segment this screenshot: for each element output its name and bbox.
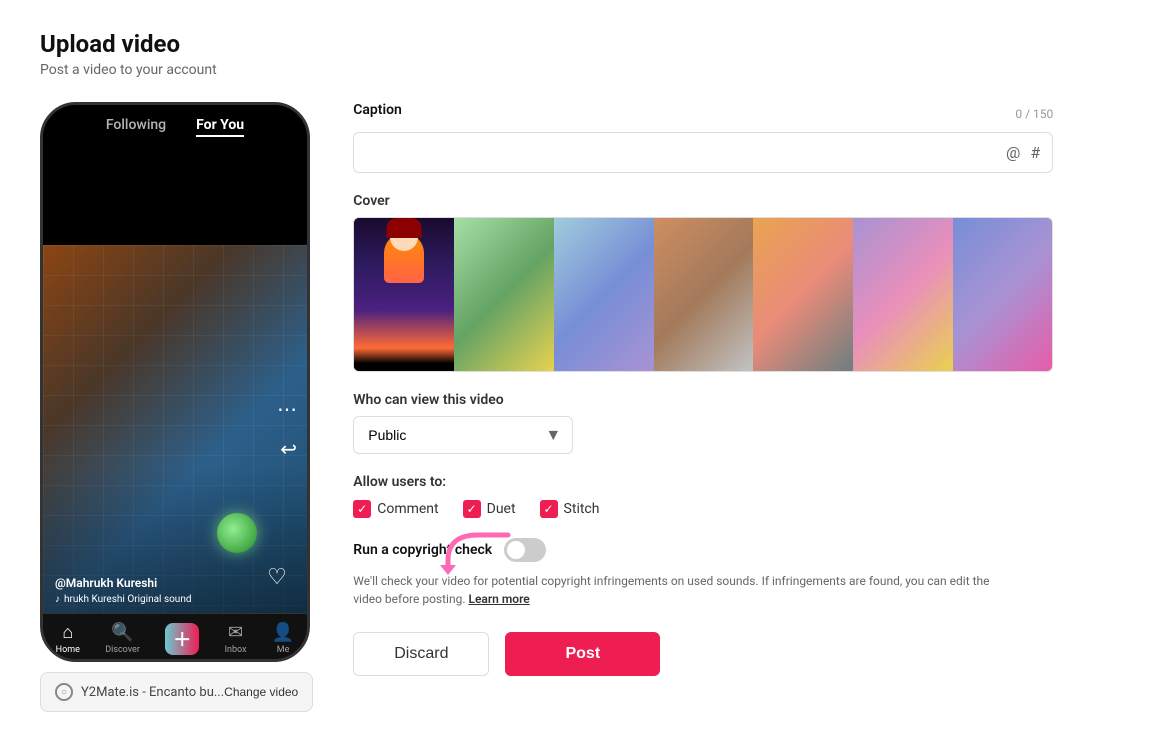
- visibility-select[interactable]: Public Friends Private: [353, 416, 573, 454]
- phone-username: @Mahrukh Kureshi: [55, 576, 257, 590]
- cover-strip[interactable]: [353, 217, 1053, 372]
- comment-label: Comment: [377, 501, 438, 517]
- comment-checkbox[interactable]: ✓: [353, 500, 371, 518]
- thumbnail-5[interactable]: [853, 218, 953, 371]
- right-panel: Caption 0 / 150 @ # Cover: [353, 102, 1053, 676]
- visibility-dropdown[interactable]: Public Friends Private ▼: [353, 416, 573, 454]
- discard-button[interactable]: Discard: [353, 632, 489, 676]
- phone-share-icon[interactable]: ↪: [277, 437, 297, 461]
- action-buttons: Discard Post: [353, 632, 1053, 676]
- cover-selected-frame[interactable]: [354, 218, 454, 371]
- phone-tab-me[interactable]: 👤 Me: [272, 622, 294, 655]
- thumbnail-4[interactable]: [753, 218, 853, 371]
- phone-tab-home[interactable]: ⌂ Home: [56, 622, 80, 655]
- phone-tab-inbox[interactable]: ✉ Inbox: [225, 622, 247, 655]
- allow-comment-option[interactable]: ✓ Comment: [353, 500, 438, 518]
- phone-sound: ♪ hrukh Kureshi Original sound: [55, 594, 257, 605]
- allow-users-label: Allow users to:: [353, 474, 1053, 490]
- page-subtitle: Post a video to your account: [40, 62, 1111, 78]
- cover-label: Cover: [353, 193, 1053, 209]
- phone-tab-discover[interactable]: 🔍 Discover: [105, 622, 140, 655]
- inbox-icon: ✉: [228, 622, 243, 643]
- home-icon: ⌂: [62, 622, 73, 643]
- profile-icon: 👤: [272, 622, 294, 643]
- hash-icon[interactable]: #: [1030, 143, 1040, 162]
- allow-stitch-option[interactable]: ✓ Stitch: [540, 500, 600, 518]
- thumbnail-1[interactable]: [454, 218, 554, 371]
- arrow-indicator: [433, 530, 513, 579]
- duet-checkbox[interactable]: ✓: [463, 500, 481, 518]
- duet-label: Duet: [487, 501, 516, 517]
- stitch-checkbox[interactable]: ✓: [540, 500, 558, 518]
- thumbnail-3[interactable]: [654, 218, 754, 371]
- phone-heart-icon[interactable]: ♡: [261, 561, 293, 593]
- thumbnail-2[interactable]: [554, 218, 654, 371]
- thumbnail-6[interactable]: [953, 218, 1053, 371]
- learn-more-link[interactable]: Learn more: [468, 592, 529, 606]
- allow-options: ✓ Comment ✓ Duet ✓ Stitch: [353, 500, 1053, 518]
- caption-count: 0 / 150: [1015, 107, 1053, 121]
- at-icon[interactable]: @: [1006, 143, 1020, 162]
- search-icon: 🔍: [111, 622, 133, 643]
- phone-nav-following[interactable]: Following: [106, 117, 166, 137]
- change-video-button[interactable]: Change video: [224, 685, 298, 699]
- phone-tab-create[interactable]: ＋: [165, 623, 199, 655]
- caption-input-wrapper[interactable]: @ #: [353, 132, 1053, 173]
- plus-icon: ＋: [165, 623, 199, 655]
- page-title: Upload video: [40, 30, 1111, 58]
- post-button[interactable]: Post: [505, 632, 660, 676]
- caption-input[interactable]: [366, 145, 1006, 161]
- video-status-icon: ○: [55, 683, 73, 701]
- cover-thumbnails: [454, 218, 1052, 371]
- cover-selection-bar: [354, 365, 454, 371]
- phone-nav-for-you[interactable]: For You: [196, 117, 244, 137]
- allow-duet-option[interactable]: ✓ Duet: [463, 500, 516, 518]
- phone-mockup: Following For You ⋯ ↪ ♡: [40, 102, 313, 712]
- phone-more-icon[interactable]: ⋯: [277, 397, 297, 421]
- video-filename: Y2Mate.is - Encanto bu...: [81, 685, 224, 700]
- stitch-label: Stitch: [564, 501, 600, 517]
- caption-label: Caption: [353, 102, 402, 118]
- copyright-row: Run a copyright check: [353, 538, 1053, 562]
- visibility-label: Who can view this video: [353, 392, 1053, 408]
